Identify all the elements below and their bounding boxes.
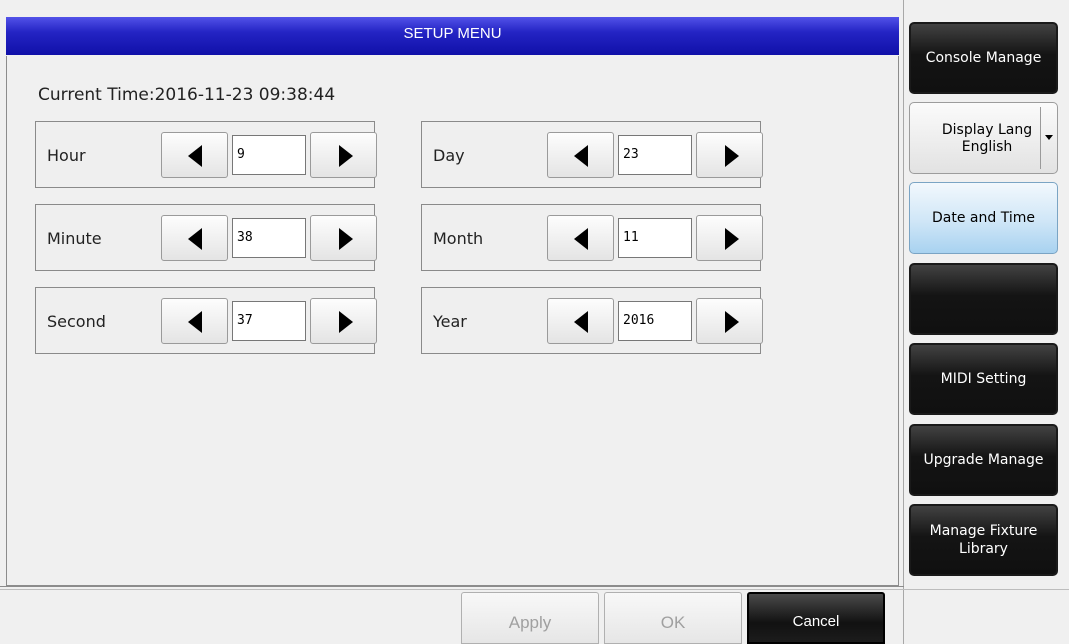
left-arrow-icon	[574, 311, 588, 333]
current-time-readout: Current Time:2016-11-23 09:38:44	[38, 85, 335, 105]
minute-input[interactable]: 38	[232, 218, 306, 258]
display-language-value: English	[961, 139, 1013, 155]
second-group: Second 37	[35, 287, 377, 354]
right-arrow-icon	[339, 311, 353, 333]
right-arrow-icon	[725, 311, 739, 333]
day-group: Day 23	[421, 121, 763, 188]
day-increment-button[interactable]	[696, 132, 763, 178]
sidebar-item-blank[interactable]	[909, 263, 1058, 335]
month-increment-button[interactable]	[696, 215, 763, 261]
year-group: Year 2016	[421, 287, 763, 354]
apply-button[interactable]: Apply	[461, 592, 599, 644]
display-language-dropdown[interactable]: Display Lang English	[909, 102, 1058, 174]
display-language-text: Display Lang English	[928, 122, 1046, 156]
month-group: Month 11	[421, 204, 763, 271]
current-time-value: 2016-11-23 09:38:44	[154, 85, 336, 105]
minute-group: Minute 38	[35, 204, 377, 271]
month-decrement-button[interactable]	[547, 215, 614, 261]
setup-panel: SETUP MENU Current Time:2016-11-23 09:38…	[0, 0, 904, 644]
hour-group: Hour 9	[35, 121, 377, 188]
second-label: Second	[47, 312, 106, 331]
hour-input[interactable]: 9	[232, 135, 306, 175]
cancel-button[interactable]: Cancel	[747, 592, 885, 644]
month-label: Month	[433, 229, 484, 248]
minute-increment-button[interactable]	[310, 215, 377, 261]
sidebar-item-manage-fixture-library[interactable]: Manage Fixture Library	[909, 504, 1058, 576]
left-arrow-icon	[574, 228, 588, 250]
year-increment-button[interactable]	[696, 298, 763, 344]
second-increment-button[interactable]	[310, 298, 377, 344]
year-decrement-button[interactable]	[547, 298, 614, 344]
month-input[interactable]: 11	[618, 218, 692, 258]
sidebar-item-console-manage[interactable]: Console Manage	[909, 22, 1058, 94]
day-input[interactable]: 23	[618, 135, 692, 175]
chevron-down-icon[interactable]	[1045, 135, 1053, 140]
left-arrow-icon	[188, 228, 202, 250]
day-decrement-button[interactable]	[547, 132, 614, 178]
right-arrow-icon	[725, 145, 739, 167]
sidebar-item-midi-setting[interactable]: MIDI Setting	[909, 343, 1058, 415]
right-arrow-icon	[339, 228, 353, 250]
right-arrow-icon	[725, 228, 739, 250]
display-language-label: Display Lang	[941, 122, 1033, 138]
sidebar-item-date-and-time[interactable]: Date and Time	[909, 182, 1058, 254]
second-decrement-button[interactable]	[161, 298, 228, 344]
minute-decrement-button[interactable]	[161, 215, 228, 261]
window-title: SETUP MENU	[6, 17, 899, 55]
minute-label: Minute	[47, 229, 102, 248]
ok-button[interactable]: OK	[604, 592, 742, 644]
hour-increment-button[interactable]	[310, 132, 377, 178]
second-input[interactable]: 37	[232, 301, 306, 341]
dropdown-divider	[1040, 107, 1041, 169]
hour-decrement-button[interactable]	[161, 132, 228, 178]
year-label: Year	[433, 312, 467, 331]
hour-label: Hour	[47, 146, 86, 165]
left-arrow-icon	[188, 145, 202, 167]
year-input[interactable]: 2016	[618, 301, 692, 341]
left-arrow-icon	[574, 145, 588, 167]
sidebar: Console Manage Display Lang English Date…	[904, 0, 1069, 588]
current-time-label: Current Time:	[38, 85, 155, 105]
left-arrow-icon	[188, 311, 202, 333]
sidebar-item-upgrade-manage[interactable]: Upgrade Manage	[909, 424, 1058, 496]
day-label: Day	[433, 146, 465, 165]
right-arrow-icon	[339, 145, 353, 167]
